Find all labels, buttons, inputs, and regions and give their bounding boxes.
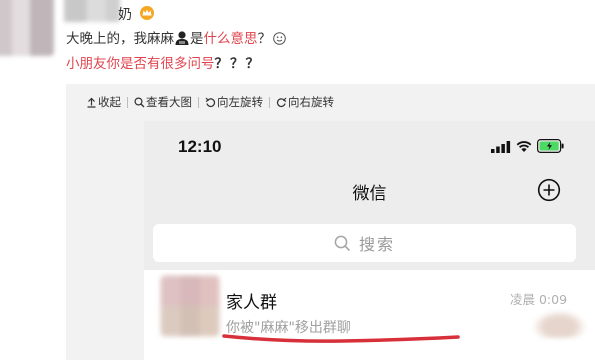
question-marks: ？？？	[214, 56, 261, 72]
comment-line-2: 小朋友你是否有很多问号？？？	[66, 55, 261, 73]
chat-time: 凌晨 0:09	[510, 292, 568, 307]
topic-link[interactable]: 什么意思	[204, 31, 258, 47]
signal-icon	[491, 141, 511, 153]
red-underline-annotation	[222, 334, 460, 343]
comment-text-2: 是	[190, 31, 204, 47]
search-placeholder: 搜索	[358, 235, 395, 254]
wifi-icon	[516, 141, 532, 152]
chat-list-item[interactable]: 家人群 凌晨 0:09 你被"麻麻"移出群聊	[144, 270, 595, 360]
rotate-right-label: 向右旋转	[288, 95, 334, 109]
crown-icon	[140, 6, 154, 20]
collapse-label: 收起	[98, 95, 121, 109]
user-avatar[interactable]	[0, 0, 54, 56]
collapse-icon	[87, 97, 96, 108]
rotate-left-button[interactable]: 向左旋转	[205, 94, 263, 110]
view-large-button[interactable]: 查看大图	[134, 94, 192, 110]
wechat-screenshot: 12:10 微信 搜索 家人群 凌晨 0:09 你被"麻麻"移出群聊	[144, 121, 595, 360]
search-icon	[334, 235, 351, 251]
comment-line-1: 大晚上的，我麻麻 是什么意思？	[66, 30, 286, 48]
toolbar-divider	[269, 96, 270, 108]
viewer-toolbar: 收起 查看大图 向左旋转 向右旋转	[86, 93, 334, 111]
zoom-icon	[134, 96, 145, 107]
smile-icon	[273, 32, 286, 45]
toolbar-divider	[198, 96, 199, 108]
comment-text-3: ？	[257, 31, 272, 47]
chat-name: 家人群	[226, 293, 277, 313]
user-emoji-icon	[175, 31, 189, 45]
app-title: 微信	[352, 184, 387, 204]
rotate-right-icon	[276, 97, 287, 107]
rotate-right-button[interactable]: 向右旋转	[276, 94, 334, 110]
rotate-left-label: 向左旋转	[217, 95, 263, 109]
chat-avatar-blur	[161, 276, 219, 336]
status-time: 12:10	[178, 137, 222, 156]
search-bar[interactable]: 搜索	[153, 224, 576, 262]
rotate-left-icon	[205, 97, 216, 107]
toolbar-divider	[127, 96, 128, 108]
chat-sticker-blur	[532, 310, 587, 338]
add-icon[interactable]	[537, 178, 561, 202]
username-tail[interactable]: 奶	[118, 4, 132, 24]
comment-text-4: 小朋友你是否有很多问号	[66, 56, 215, 72]
comment-text-1: 大晚上的，我麻麻	[66, 31, 174, 47]
view-large-label: 查看大图	[146, 95, 192, 109]
username-blurred[interactable]	[64, 0, 120, 22]
collapse-button[interactable]: 收起	[86, 94, 121, 110]
battery-icon	[537, 139, 564, 153]
